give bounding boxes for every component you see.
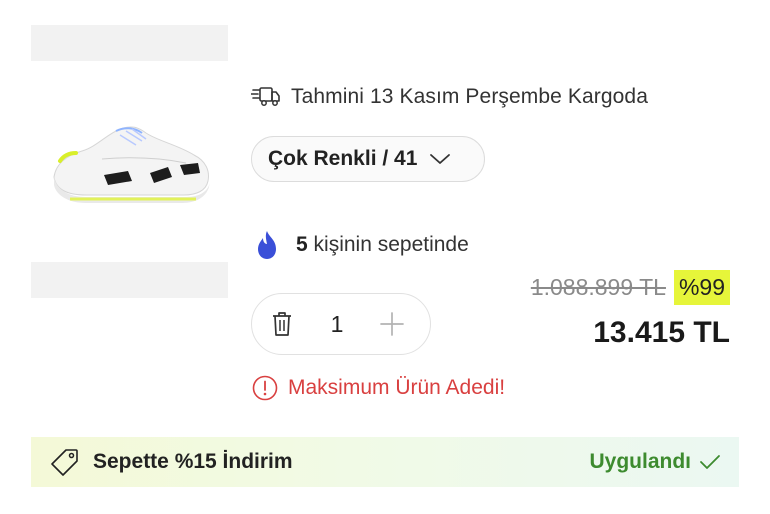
basket-social-proof: 5 kişinin sepetinde: [254, 228, 469, 262]
quantity-value: 1: [330, 310, 344, 337]
chevron-down-icon: [430, 154, 451, 164]
tag-icon: [51, 449, 78, 476]
remove-item-button[interactable]: [252, 294, 312, 354]
discount-status: Uygulandı: [589, 450, 721, 474]
product-image[interactable]: [46, 105, 216, 215]
old-price-row: 1.088.899 TL %99: [531, 267, 730, 307]
variant-selector[interactable]: Çok Renkli / 41: [251, 136, 485, 182]
truck-icon: [251, 87, 280, 106]
basket-count-text: 5 kişinin sepetinde: [296, 233, 469, 257]
increase-quantity-button[interactable]: [362, 294, 422, 354]
discount-badge: %99: [673, 269, 730, 305]
variant-label: Çok Renkli / 41: [268, 147, 418, 170]
basket-count: 5: [296, 233, 308, 256]
delivery-text: Tahmini 13 Kasım Perşembe Kargoda: [291, 85, 648, 108]
current-price: 13.415 TL: [593, 316, 730, 349]
plus-icon: [380, 312, 404, 336]
delivery-estimate: Tahmini 13 Kasım Perşembe Kargoda: [251, 82, 648, 112]
image-placeholder-top: [31, 25, 228, 61]
warning-text: Maksimum Ürün Adedi!: [288, 376, 506, 399]
quantity-stepper: 1: [251, 293, 431, 355]
trash-icon: [273, 312, 291, 336]
old-price: 1.088.899 TL: [530, 273, 666, 300]
discount-status-text: Uygulandı: [589, 450, 691, 473]
check-icon: [700, 455, 720, 469]
discount-text: Sepette %15 İndirim: [93, 450, 293, 473]
info-circle-icon: [252, 375, 278, 401]
basket-label: kişinin sepetinde: [307, 233, 469, 256]
image-placeholder-bottom: [31, 262, 228, 298]
fire-icon: [258, 231, 276, 259]
cart-discount-banner: Sepette %15 İndirim Uygulandı: [31, 437, 739, 487]
max-quantity-warning: Maksimum Ürün Adedi!: [252, 372, 505, 404]
